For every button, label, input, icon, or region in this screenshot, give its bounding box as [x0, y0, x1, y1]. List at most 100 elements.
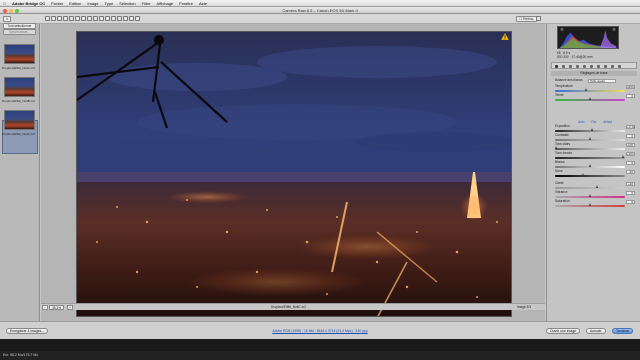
exposure-field[interactable]: +0,10 — [626, 124, 635, 129]
blacks-slider-knob[interactable] — [582, 173, 584, 176]
preview-statusbar: 35.3% − + Dropbox/Eiffel_NuitC.cr2 Image… — [41, 303, 545, 310]
warning-icon[interactable] — [501, 33, 509, 40]
filmstrip-toggle-button[interactable]: ≡ — [3, 16, 12, 22]
preferences-icon[interactable] — [117, 16, 122, 21]
preview-canvas[interactable] — [41, 24, 545, 321]
spot-removal-tool-icon[interactable] — [87, 16, 92, 21]
whites-slider-knob[interactable] — [589, 164, 591, 167]
tint-slider-knob[interactable] — [589, 97, 591, 100]
thumbnail-3[interactable] — [4, 110, 35, 130]
highlights-row: Tons clairs -100 — [555, 142, 635, 147]
zoom-in-button[interactable]: + — [67, 305, 73, 310]
zoom-out-button[interactable]: − — [42, 305, 48, 310]
window-controls — [3, 8, 19, 13]
saturation-slider[interactable] — [555, 203, 625, 207]
blacks-slider[interactable] — [555, 173, 625, 177]
tab-basic-icon[interactable] — [555, 64, 558, 68]
vibrance-field[interactable]: 0 — [626, 190, 635, 195]
apple-icon[interactable]:  — [3, 1, 6, 6]
clarity-field[interactable]: +20 — [626, 181, 635, 186]
vibrance-slider-knob[interactable] — [589, 194, 591, 197]
menu-item-image[interactable]: Image — [87, 1, 98, 6]
saturation-field[interactable]: 0 — [626, 199, 635, 204]
menu-item-help[interactable]: Aide — [199, 1, 207, 6]
save-images-button[interactable]: Enregistrer 3 images... — [6, 328, 49, 334]
preview-toggle-button[interactable]: ☐ Rétroc. — [516, 16, 538, 22]
tab-effects-icon[interactable] — [597, 64, 600, 68]
tab-lens-icon[interactable] — [590, 64, 593, 68]
whites-slider[interactable] — [555, 164, 625, 168]
thumbnail-1[interactable] — [4, 44, 35, 64]
shadow-clipping-icon — [560, 27, 564, 31]
close-window-icon[interactable] — [3, 8, 7, 13]
whites-field[interactable]: 0 — [626, 160, 635, 165]
adjustment-brush-icon[interactable] — [99, 16, 104, 21]
exposure-slider-knob[interactable] — [591, 128, 593, 131]
minimize-window-icon[interactable] — [9, 8, 13, 13]
rotate-right-icon[interactable] — [129, 16, 134, 21]
contrast-field[interactable]: 0 — [626, 133, 635, 138]
vibrance-slider[interactable] — [555, 194, 625, 198]
tab-presets-icon[interactable] — [611, 64, 614, 68]
blacks-field[interactable]: -20 — [626, 169, 635, 174]
fullscreen-icon[interactable] — [536, 16, 541, 21]
white-balance-tool-icon[interactable] — [57, 16, 62, 21]
done-button[interactable]: Terminer — [612, 328, 634, 334]
menu-app-name[interactable]: Adobe Bridge CC — [12, 1, 45, 6]
highlights-field[interactable]: -100 — [626, 142, 635, 147]
menu-item-file[interactable]: Fichier — [51, 1, 63, 6]
zoom-window-icon[interactable] — [15, 8, 19, 13]
iso-value: ISO 200 — [557, 55, 569, 59]
histogram — [557, 26, 619, 49]
hand-tool-icon[interactable] — [51, 16, 56, 21]
menu-item-edit[interactable]: Edition — [69, 1, 81, 6]
shadows-slider[interactable] — [555, 155, 625, 159]
thumbnail-2[interactable] — [4, 77, 35, 97]
synchronize-button[interactable]: Synchroniser... — [3, 29, 36, 35]
menu-item-type[interactable]: Type — [105, 1, 114, 6]
menu-item-window[interactable]: Fenêtre — [179, 1, 193, 6]
tint-field[interactable]: 0 — [626, 93, 635, 98]
red-eye-tool-icon[interactable] — [93, 16, 98, 21]
clarity-slider-knob[interactable] — [596, 185, 598, 188]
exposure-slider[interactable] — [555, 128, 625, 132]
shadows-field[interactable]: +100 — [626, 151, 635, 156]
open-image-button[interactable]: Ouvrir une image — [546, 328, 581, 334]
temperature-slider[interactable] — [555, 88, 625, 92]
menu-item-filter[interactable]: Filtre — [142, 1, 151, 6]
tab-detail-icon[interactable] — [569, 64, 572, 68]
tint-slider[interactable] — [555, 97, 625, 101]
straighten-tool-icon[interactable] — [81, 16, 86, 21]
temperature-field[interactable]: 4150 — [626, 84, 635, 89]
tab-snapshots-icon[interactable] — [618, 64, 621, 68]
graduated-filter-icon[interactable] — [105, 16, 110, 21]
panel-tabs — [551, 62, 637, 69]
color-sampler-tool-icon[interactable] — [63, 16, 68, 21]
cancel-button[interactable]: Annuler — [586, 328, 606, 334]
contrast-label: Contraste — [555, 133, 569, 137]
zoom-level-select[interactable]: 35.3% — [49, 305, 65, 310]
shadows-slider-knob[interactable] — [622, 155, 624, 158]
trash-icon[interactable] — [135, 16, 140, 21]
tab-camera-calibration-icon[interactable] — [604, 64, 607, 68]
tab-split-toning-icon[interactable] — [583, 64, 586, 68]
preview-image[interactable] — [76, 31, 512, 317]
tab-hsl-icon[interactable] — [576, 64, 579, 68]
rotate-left-icon[interactable] — [123, 16, 128, 21]
saturation-slider-knob[interactable] — [589, 203, 591, 206]
workflow-options-link[interactable]: Adobe RGB (1998) ; 16 bits ; 5616 x 3744… — [245, 329, 395, 333]
white-balance-select[interactable]: Telle quelle — [588, 78, 616, 83]
highlights-slider[interactable] — [555, 146, 625, 150]
menu-item-selection[interactable]: Sélection — [119, 1, 135, 6]
contrast-slider[interactable] — [555, 137, 625, 141]
temperature-slider-knob[interactable] — [585, 88, 587, 91]
highlights-slider-knob[interactable] — [555, 146, 557, 149]
menu-item-view[interactable]: Affichage — [157, 1, 174, 6]
clarity-slider[interactable] — [555, 185, 625, 189]
targeted-adjustment-tool-icon[interactable] — [69, 16, 74, 21]
radial-filter-icon[interactable] — [111, 16, 116, 21]
contrast-slider-knob[interactable] — [589, 137, 591, 140]
tab-tone-curve-icon[interactable] — [562, 64, 565, 68]
zoom-tool-icon[interactable] — [45, 16, 50, 21]
crop-tool-icon[interactable] — [75, 16, 80, 21]
